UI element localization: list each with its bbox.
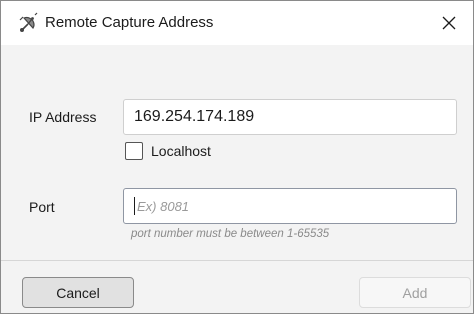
port-input[interactable]: Ex) 8081 <box>123 188 457 224</box>
dialog-footer: Cancel Add <box>1 260 473 313</box>
window-title: Remote Capture Address <box>45 14 214 31</box>
checkbox-box[interactable] <box>125 142 143 160</box>
ip-address-label: IP Address <box>29 109 97 125</box>
title-bar: Remote Capture Address <box>1 1 473 45</box>
port-hint: port number must be between 1-65535 <box>131 228 330 240</box>
ip-address-input[interactable]: 169.254.174.189 <box>123 99 457 135</box>
close-icon[interactable] <box>435 9 463 37</box>
satellite-dish-icon <box>17 12 39 34</box>
localhost-label: Localhost <box>151 143 211 159</box>
text-caret <box>134 197 135 215</box>
cancel-button[interactable]: Cancel <box>22 277 134 308</box>
port-placeholder: Ex) 8081 <box>137 198 190 214</box>
localhost-checkbox[interactable]: Localhost <box>125 141 211 161</box>
port-label: Port <box>29 199 55 215</box>
remote-capture-dialog: Remote Capture Address IP Address 169.25… <box>0 0 474 314</box>
add-button[interactable]: Add <box>359 277 471 308</box>
